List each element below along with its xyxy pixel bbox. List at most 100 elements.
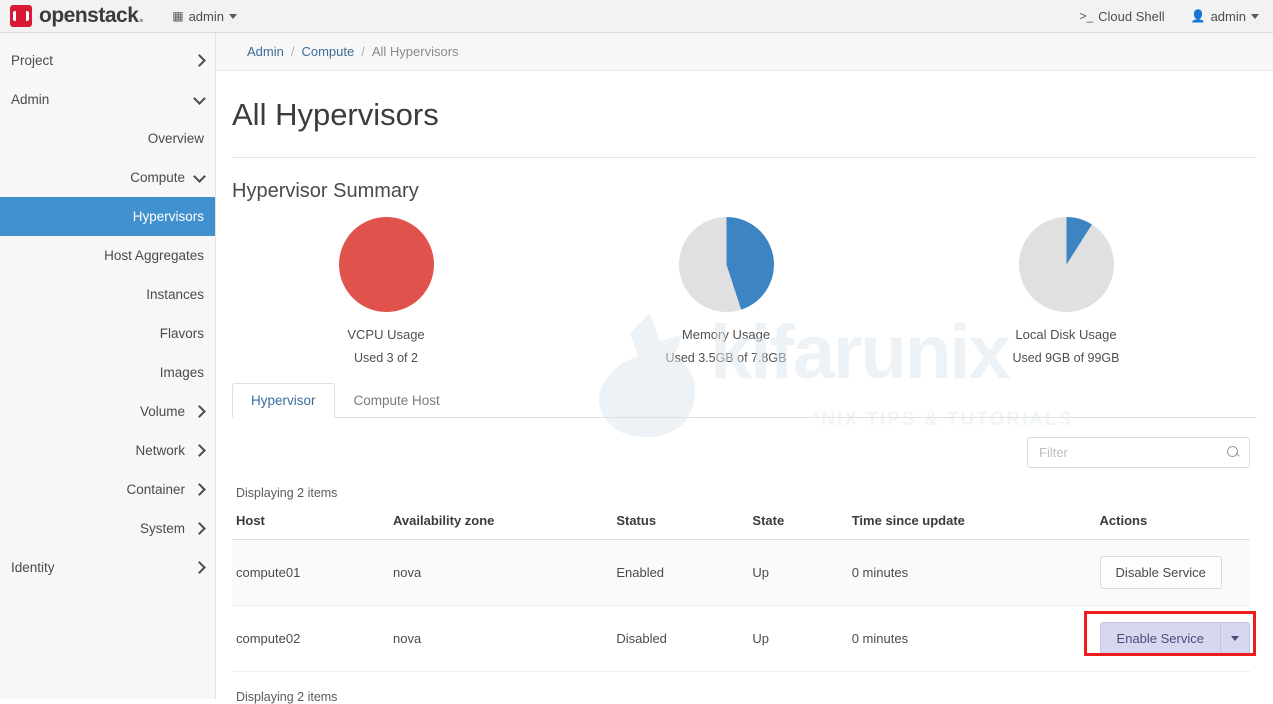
user-menu[interactable]: 👤 admin bbox=[1191, 9, 1259, 24]
sidebar-item-overview[interactable]: Overview bbox=[0, 119, 215, 158]
sidebar-item-label: Host Aggregates bbox=[104, 248, 204, 263]
chart-title: Memory Usage bbox=[682, 327, 770, 342]
cell-time-since-update: 0 minutes bbox=[848, 606, 1096, 672]
cell-status: Enabled bbox=[612, 540, 748, 606]
sidebar-item-system[interactable]: System bbox=[0, 509, 215, 548]
sidebar-item-label: Identity bbox=[11, 560, 55, 575]
chevron-right-icon bbox=[193, 522, 206, 535]
user-menu-label: admin bbox=[1211, 9, 1246, 24]
item-count-bottom: Displaying 2 items bbox=[232, 672, 1250, 704]
chart-subtitle: Used 9GB of 99GB bbox=[1012, 351, 1119, 365]
user-icon: 👤 bbox=[1191, 9, 1206, 23]
cell-time-since-update: 0 minutes bbox=[848, 540, 1096, 606]
sidebar-item-label: Compute bbox=[130, 170, 185, 185]
chevron-down-icon bbox=[1231, 636, 1239, 641]
search-input[interactable] bbox=[1037, 444, 1227, 461]
chevron-right-icon bbox=[193, 54, 206, 67]
chart-subtitle: Used 3 of 2 bbox=[354, 351, 418, 365]
sidebar-item-admin[interactable]: Admin bbox=[0, 80, 215, 119]
hypervisor-table: HostAvailability zoneStatusStateTime sin… bbox=[232, 513, 1250, 672]
table-header-row: HostAvailability zoneStatusStateTime sin… bbox=[232, 513, 1250, 540]
chevron-right-icon bbox=[193, 444, 206, 457]
chart-title: VCPU Usage bbox=[347, 327, 424, 342]
item-count-top: Displaying 2 items bbox=[232, 468, 1250, 500]
sidebar-item-label: Hypervisors bbox=[133, 209, 204, 224]
breadcrumb-separator: / bbox=[361, 44, 365, 59]
sidebar-item-label: Project bbox=[11, 53, 53, 68]
search-icon[interactable] bbox=[1227, 446, 1240, 459]
sidebar-navigation: Project Admin Overview Compute Hypervisors Ho… bbox=[0, 33, 216, 699]
cell-actions: Enable Service bbox=[1096, 606, 1250, 672]
context-switcher-label: admin bbox=[189, 9, 224, 24]
filter-bar bbox=[216, 418, 1273, 468]
sidebar-item-instances[interactable]: Instances bbox=[0, 275, 215, 314]
sidebar-item-label: Overview bbox=[148, 131, 204, 146]
cloud-shell-label: Cloud Shell bbox=[1098, 9, 1165, 24]
sidebar-item-label: Volume bbox=[140, 404, 185, 419]
cloud-shell-button[interactable]: >_ Cloud Shell bbox=[1079, 9, 1164, 24]
sidebar-item-label: Images bbox=[160, 365, 204, 380]
openstack-mark-icon bbox=[10, 5, 32, 27]
column-header-state: State bbox=[748, 513, 847, 540]
row-actions-dropdown-toggle[interactable] bbox=[1220, 622, 1250, 655]
tab-bar: HypervisorCompute Host bbox=[232, 383, 1257, 418]
filter-box[interactable] bbox=[1027, 437, 1250, 468]
openstack-logo[interactable]: openstack . bbox=[10, 4, 144, 28]
column-header-actions: Actions bbox=[1096, 513, 1250, 540]
cell-actions: Disable Service bbox=[1096, 540, 1250, 606]
tab-hypervisor[interactable]: Hypervisor bbox=[232, 383, 335, 418]
disable-service-button[interactable]: Disable Service bbox=[1100, 556, 1222, 589]
top-header-bar: openstack . ▦ admin >_ Cloud Shell 👤 adm… bbox=[0, 0, 1273, 33]
cell-availability-zone: nova bbox=[389, 540, 612, 606]
panel-icon: ▦ bbox=[172, 9, 183, 23]
chevron-down-icon bbox=[1251, 14, 1259, 19]
sidebar-item-compute[interactable]: Compute bbox=[0, 158, 215, 197]
terminal-prompt-icon: >_ bbox=[1079, 9, 1093, 23]
sidebar-item-volume[interactable]: Volume bbox=[0, 392, 215, 431]
main-content: Admin/Compute/All Hypervisors All Hyperv… bbox=[216, 33, 1273, 699]
brand-dot: . bbox=[138, 4, 144, 28]
split-button-group: Enable Service bbox=[1100, 622, 1250, 655]
usage-chart-vcpu-usage: VCPU Usage Used 3 of 2 bbox=[216, 217, 556, 365]
sidebar-item-host-aggregates[interactable]: Host Aggregates bbox=[0, 236, 215, 275]
sidebar-item-hypervisors[interactable]: Hypervisors bbox=[0, 197, 215, 236]
cell-host: compute02 bbox=[232, 606, 389, 672]
sidebar-item-container[interactable]: Container bbox=[0, 470, 215, 509]
sidebar-item-label: System bbox=[140, 521, 185, 536]
tab-compute-host[interactable]: Compute Host bbox=[335, 383, 459, 418]
context-switcher[interactable]: ▦ admin bbox=[172, 9, 237, 24]
column-header-host: Host bbox=[232, 513, 389, 540]
sidebar-item-label: Flavors bbox=[160, 326, 204, 341]
chevron-right-icon bbox=[193, 405, 206, 418]
pie-chart bbox=[679, 217, 774, 312]
column-header-availability-zone: Availability zone bbox=[389, 513, 612, 540]
breadcrumb-item-2: All Hypervisors bbox=[372, 44, 459, 59]
breadcrumb: Admin/Compute/All Hypervisors bbox=[216, 33, 1273, 71]
cell-status: Disabled bbox=[612, 606, 748, 672]
breadcrumb-item-1[interactable]: Compute bbox=[301, 44, 354, 59]
sidebar-item-project[interactable]: Project bbox=[0, 41, 215, 80]
cell-host: compute01 bbox=[232, 540, 389, 606]
page-title: All Hypervisors bbox=[216, 71, 1273, 133]
usage-chart-local-disk-usage: Local Disk UsageUsed 9GB of 99GB bbox=[896, 217, 1236, 365]
section-title: Hypervisor Summary bbox=[216, 158, 1273, 203]
sidebar-item-network[interactable]: Network bbox=[0, 431, 215, 470]
cell-state: Up bbox=[748, 540, 847, 606]
table-body: compute01novaEnabledUp0 minutesDisable S… bbox=[232, 540, 1250, 672]
chevron-right-icon bbox=[193, 561, 206, 574]
chevron-down-icon bbox=[193, 92, 206, 105]
column-header-time-since-update: Time since update bbox=[848, 513, 1096, 540]
table-row: compute02novaDisabledUp0 minutesEnable S… bbox=[232, 606, 1250, 672]
sidebar-item-label: Network bbox=[135, 443, 185, 458]
brand-name: openstack bbox=[39, 4, 138, 28]
enable-service-button[interactable]: Enable Service bbox=[1100, 622, 1220, 655]
sidebar-item-identity[interactable]: Identity bbox=[0, 548, 215, 587]
sidebar-item-images[interactable]: Images bbox=[0, 353, 215, 392]
chevron-down-icon bbox=[229, 14, 237, 19]
pie-chart bbox=[339, 217, 434, 312]
usage-chart-memory-usage: Memory UsageUsed 3.5GB of 7.8GB bbox=[556, 217, 896, 365]
cell-availability-zone: nova bbox=[389, 606, 612, 672]
sidebar-item-flavors[interactable]: Flavors bbox=[0, 314, 215, 353]
breadcrumb-item-0[interactable]: Admin bbox=[247, 44, 284, 59]
chevron-right-icon bbox=[193, 483, 206, 496]
